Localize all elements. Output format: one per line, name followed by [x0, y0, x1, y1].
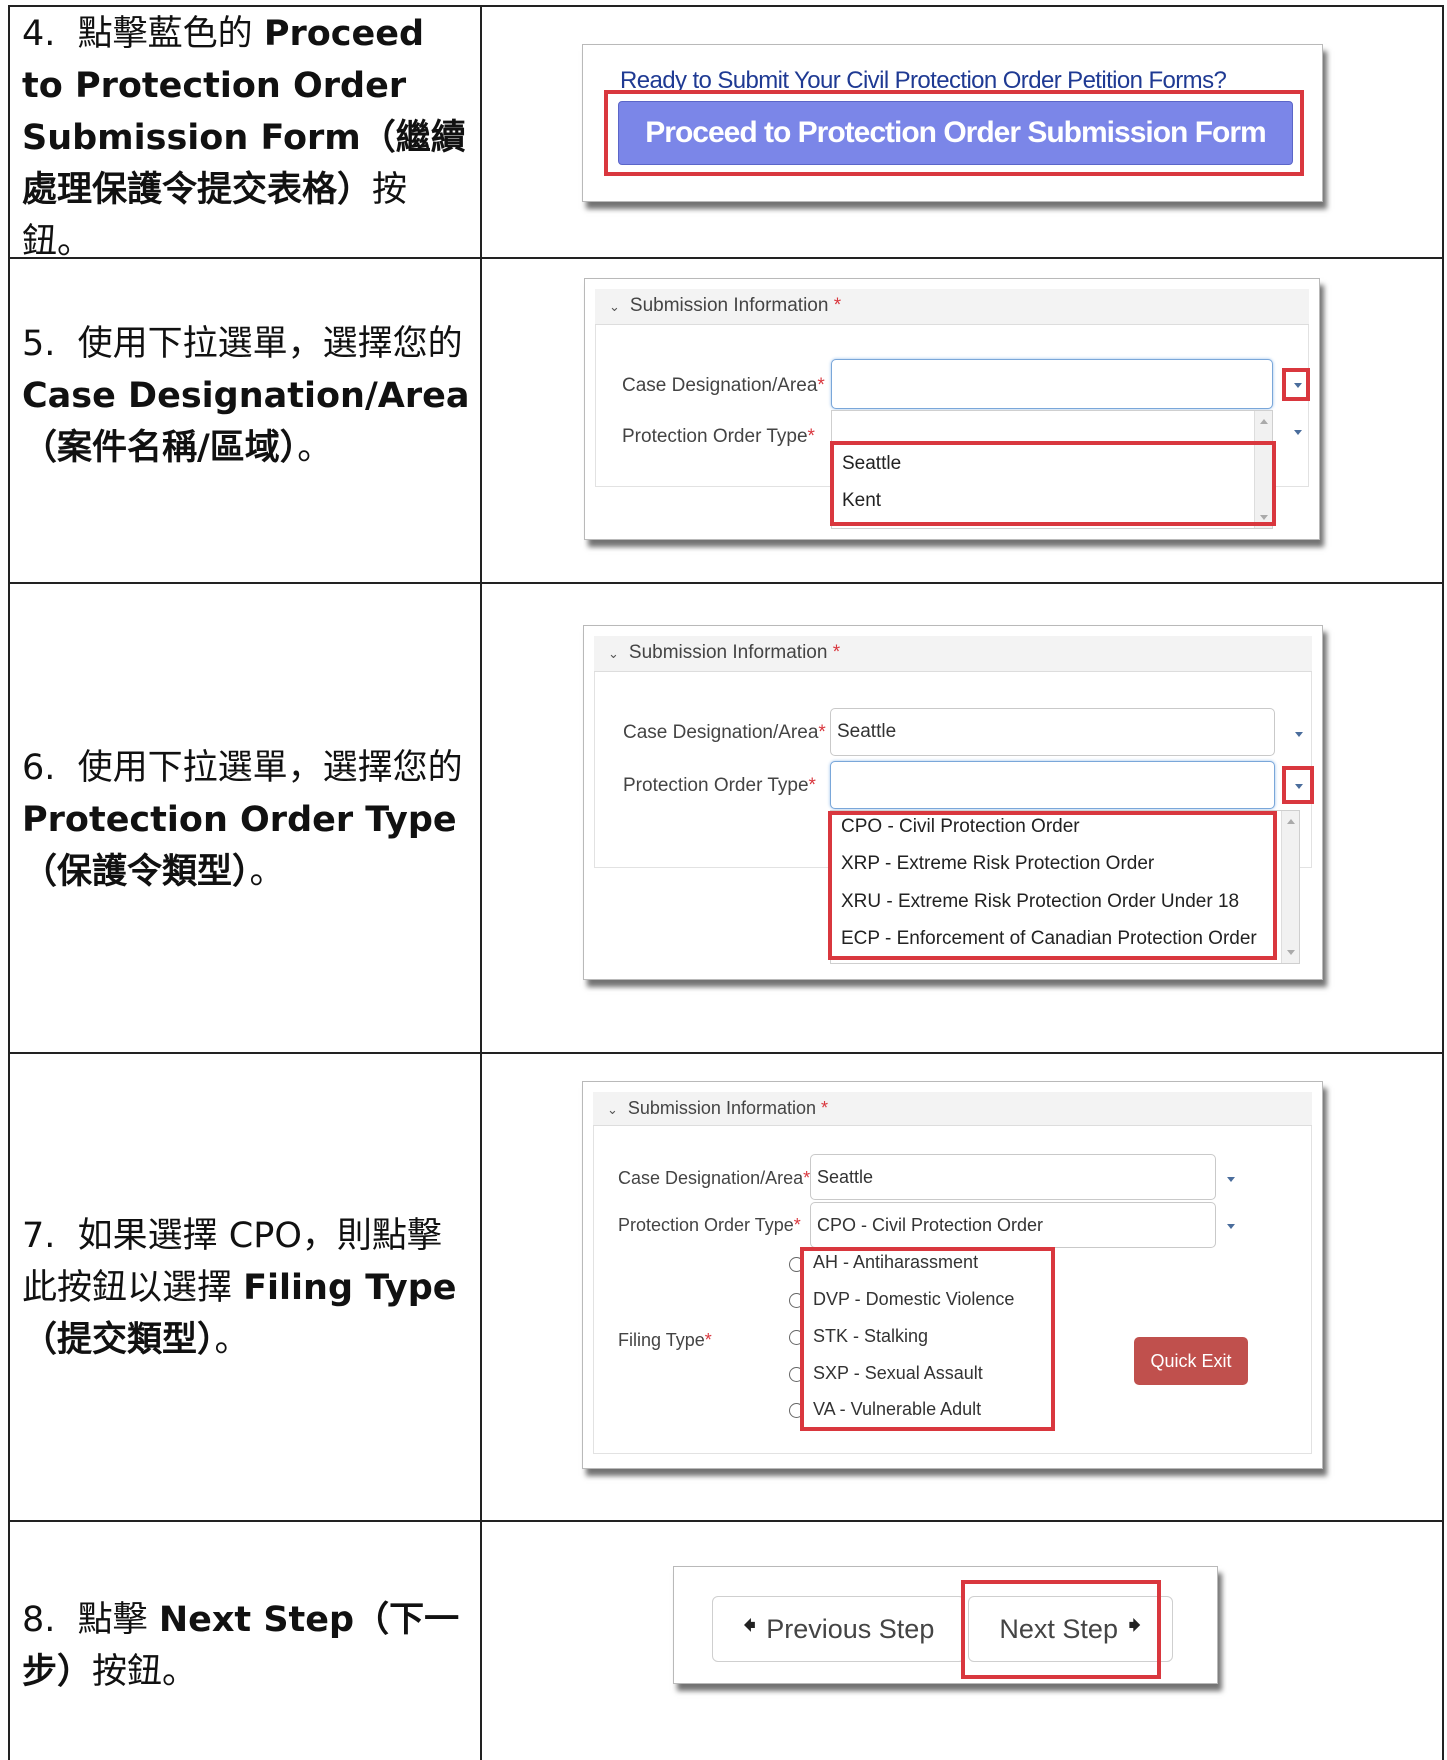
previous-step-button[interactable]: 🠸 Previous Step — [712, 1596, 965, 1662]
previous-step-label: Previous Step — [766, 1613, 935, 1644]
protection-order-type-input[interactable]: CPO - Civil Protection Order — [810, 1202, 1216, 1248]
caret-down-icon[interactable] — [1227, 1224, 1235, 1229]
protection-order-type-label: Protection Order Type* — [623, 775, 816, 796]
section-header: ⌄ Submission Information * — [594, 636, 1312, 672]
case-designation-input[interactable] — [831, 359, 1273, 409]
highlight-box — [604, 90, 1304, 176]
case-designation-label: Case Designation/Area* — [623, 722, 826, 743]
case-designation-input[interactable]: Seattle — [830, 708, 1275, 756]
chevron-down-icon: ⌄ — [608, 646, 619, 661]
case-designation-input[interactable]: Seattle — [810, 1154, 1216, 1200]
step-8-text: 8. 點擊 Next Step（下一步）按鈕。 — [22, 1600, 460, 1692]
arrow-left-icon: 🠸 — [742, 1610, 757, 1641]
step-7-screenshot: ⌄ Submission Information * Case Designati… — [582, 1081, 1323, 1469]
protection-order-type-label: Protection Order Type* — [618, 1215, 801, 1235]
highlight-box — [828, 811, 1277, 960]
step-6-text: 6. 使用下拉選單，選擇您的 Protection Order Type（保護令… — [22, 748, 463, 892]
chevron-down-icon: ⌄ — [607, 1102, 618, 1117]
caret-down-icon[interactable] — [1227, 1177, 1235, 1182]
row-divider — [8, 1520, 1444, 1522]
step-8-screenshot: 🠸 Previous Step Next Step 🠺 — [673, 1566, 1218, 1684]
section-header: ⌄ Submission Information * — [595, 289, 1309, 325]
highlight-box — [1282, 766, 1314, 804]
step-5-screenshot: ⌄ Submission Information * Case Designati… — [584, 278, 1320, 540]
row-divider — [8, 582, 1444, 584]
case-designation-label: Case Designation/Area* — [622, 375, 825, 396]
step-6-screenshot: ⌄ Submission Information * Case Designati… — [583, 625, 1323, 980]
step-4-text: 4. 點擊藍色的 Proceed to Protection Order Sub… — [22, 14, 466, 262]
step-5-text: 5. 使用下拉選單，選擇您的 Case Designation/Area（案件名… — [22, 324, 470, 468]
highlight-box — [961, 1580, 1161, 1679]
protection-order-type-input[interactable] — [830, 761, 1275, 809]
protection-order-type-label: Protection Order Type* — [622, 426, 815, 447]
caret-down-icon[interactable] — [1294, 430, 1302, 435]
section-header: ⌄ Submission Information * — [593, 1092, 1312, 1126]
scrollbar[interactable] — [1281, 811, 1299, 963]
row-divider — [8, 1052, 1444, 1054]
chevron-down-icon: ⌄ — [609, 299, 620, 314]
quick-exit-button[interactable]: Quick Exit — [1134, 1337, 1248, 1385]
highlight-box — [830, 441, 1276, 526]
highlight-box — [800, 1247, 1055, 1431]
highlight-box — [1282, 368, 1310, 401]
quick-exit-label: Quick Exit — [1150, 1350, 1232, 1371]
column-divider — [480, 5, 482, 1760]
step-7-text: 7. 如果選擇 CPO，則點擊此按鈕以選擇 Filing Type（提交類型）。 — [22, 1216, 457, 1360]
caret-down-icon[interactable] — [1295, 732, 1303, 737]
step-4-screenshot: Ready to Submit Your Civil Protection Or… — [582, 44, 1323, 202]
case-designation-label: Case Designation/Area* — [618, 1168, 811, 1188]
filing-type-label: Filing Type* — [618, 1330, 712, 1350]
